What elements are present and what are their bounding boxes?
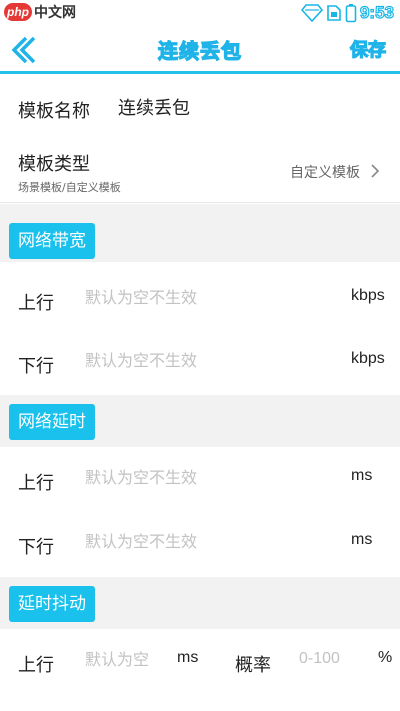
template-name-row: 模板名称 — [0, 77, 400, 139]
watermark-text: 中文网 — [34, 5, 76, 21]
jitter-uplink-unit: ms — [177, 649, 199, 666]
latency-downlink-label: 下行 — [18, 537, 54, 558]
status-time: 9:53 — [359, 2, 394, 22]
chevron-right-icon — [371, 164, 380, 178]
bandwidth-uplink-unit: kbps — [351, 287, 385, 304]
bandwidth-downlink-row: 下行 kbps — [0, 332, 400, 394]
bandwidth-uplink-label: 上行 — [18, 293, 54, 314]
jitter-uplink-row: 上行 ms 概率 % — [0, 630, 400, 692]
bandwidth-downlink-unit: kbps — [351, 350, 385, 367]
sim-icon — [327, 5, 341, 21]
jitter-section-header: 延时抖动 — [0, 577, 400, 629]
status-bar: php 中文网 9:53 — [0, 0, 400, 26]
template-type-hint: 场景模板/自定义模板 — [18, 181, 121, 194]
watermark-logo: php — [4, 3, 32, 21]
jitter-uplink-input[interactable] — [85, 650, 170, 669]
template-type-label: 模板类型 — [18, 154, 90, 175]
latency-uplink-unit: ms — [351, 467, 373, 484]
wifi-icon — [300, 4, 323, 22]
bandwidth-section-label: 网络带宽 — [9, 223, 95, 259]
bandwidth-downlink-input[interactable] — [85, 351, 335, 370]
latency-uplink-label: 上行 — [18, 473, 54, 494]
latency-downlink-row: 下行 ms — [0, 514, 400, 576]
latency-downlink-input[interactable] — [85, 532, 335, 551]
battery-icon — [345, 4, 357, 23]
template-type-value: 自定义模板 — [290, 165, 360, 181]
latency-uplink-input[interactable] — [85, 468, 335, 487]
jitter-probability-unit: % — [378, 649, 393, 666]
watermark: php 中文网 — [4, 2, 76, 22]
app-header: 连续丢包 保存 — [0, 26, 400, 74]
bandwidth-uplink-row: 上行 kbps — [0, 270, 400, 332]
status-icons: 9:53 — [300, 2, 395, 23]
latency-section-label: 网络延时 — [9, 404, 95, 440]
jitter-section-label: 延时抖动 — [9, 586, 95, 622]
jitter-uplink-label: 上行 — [18, 655, 54, 676]
template-name-input[interactable] — [118, 96, 378, 117]
page-title: 连续丢包 — [157, 38, 242, 63]
template-type-row[interactable]: 模板类型 场景模板/自定义模板 自定义模板 — [0, 139, 400, 203]
jitter-probability-label: 概率 — [235, 655, 271, 676]
save-button[interactable]: 保存 — [349, 36, 386, 62]
latency-uplink-row: 上行 ms — [0, 450, 400, 512]
latency-downlink-unit: ms — [351, 531, 373, 548]
bandwidth-uplink-input[interactable] — [85, 288, 335, 307]
bandwidth-section-header: 网络带宽 — [0, 204, 400, 262]
template-name-label: 模板名称 — [18, 101, 90, 122]
bandwidth-downlink-label: 下行 — [18, 356, 54, 377]
jitter-probability-input[interactable] — [299, 650, 369, 668]
latency-section-header: 网络延时 — [0, 395, 400, 447]
